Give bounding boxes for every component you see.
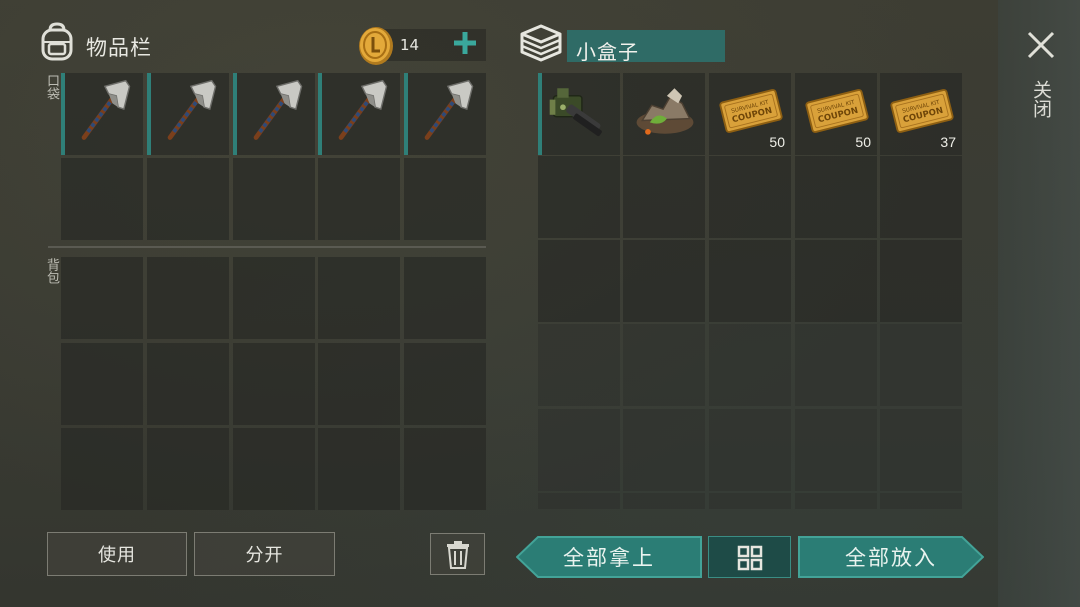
empty-slot[interactable] <box>404 158 486 240</box>
item-slot-survival-kit-coupon[interactable]: SURVIVAL KIT COUPON 50 <box>795 73 877 155</box>
empty-slot[interactable] <box>880 324 962 406</box>
empty-slot[interactable] <box>623 156 705 238</box>
empty-slot[interactable] <box>233 158 315 240</box>
empty-slot[interactable] <box>795 156 877 238</box>
empty-slot[interactable] <box>61 343 143 425</box>
empty-slot[interactable] <box>709 156 791 238</box>
item-slot-stone-pile[interactable] <box>623 73 705 155</box>
empty-slot[interactable] <box>623 240 705 322</box>
split-button[interactable]: 分开 <box>194 532 335 576</box>
empty-slot[interactable] <box>61 257 143 339</box>
empty-slot[interactable] <box>538 324 620 406</box>
container-title: 小盒子 <box>576 40 639 64</box>
empty-slot[interactable] <box>709 409 791 491</box>
item-slot-minigun[interactable] <box>538 73 620 155</box>
coin-icon <box>359 27 393 65</box>
empty-slot[interactable] <box>623 409 705 491</box>
empty-slot[interactable] <box>795 240 877 322</box>
item-slot-pickaxe[interactable] <box>233 73 315 155</box>
inventory-title: 物品栏 <box>86 36 152 60</box>
item-quantity: 37 <box>940 134 956 150</box>
empty-slot[interactable] <box>538 409 620 491</box>
item-slot-pickaxe[interactable] <box>318 73 400 155</box>
trash-button[interactable] <box>430 533 485 575</box>
empty-slot[interactable] <box>233 343 315 425</box>
backpack-label: 背包 <box>44 258 59 284</box>
empty-slot[interactable] <box>623 324 705 406</box>
item-quantity: 50 <box>769 134 785 150</box>
empty-slot[interactable] <box>318 158 400 240</box>
take-all-button[interactable]: 全部拿上 <box>516 536 702 578</box>
empty-slot[interactable] <box>318 257 400 339</box>
empty-slot[interactable] <box>147 158 229 240</box>
empty-slot[interactable] <box>404 428 486 510</box>
section-divider <box>48 246 486 248</box>
equipped-marker <box>233 73 237 155</box>
empty-slot[interactable] <box>880 409 962 491</box>
close-button-label[interactable]: 关闭 <box>1030 80 1052 118</box>
pickaxe-icon <box>81 79 131 140</box>
empty-slot[interactable] <box>538 493 620 509</box>
empty-slot[interactable] <box>147 428 229 510</box>
empty-slot[interactable] <box>233 257 315 339</box>
empty-slot[interactable] <box>147 343 229 425</box>
empty-slot[interactable] <box>538 156 620 238</box>
empty-slot[interactable] <box>318 428 400 510</box>
empty-slot[interactable] <box>795 324 877 406</box>
empty-slot[interactable] <box>318 343 400 425</box>
use-button[interactable]: 使用 <box>47 532 187 576</box>
pickaxe-icon <box>338 79 388 140</box>
equipped-marker <box>147 73 151 155</box>
add-coins-button[interactable] <box>450 28 480 58</box>
empty-slot[interactable] <box>795 493 877 509</box>
equipped-marker <box>404 73 408 155</box>
equipped-marker <box>61 73 65 155</box>
pickaxe-icon <box>424 79 474 140</box>
empty-slot[interactable] <box>880 156 962 238</box>
empty-slot[interactable] <box>61 428 143 510</box>
minigun-icon <box>549 88 602 137</box>
box-icon <box>520 24 562 62</box>
coin-count: 14 <box>400 36 420 54</box>
item-quantity: 50 <box>855 134 871 150</box>
equipped-marker <box>318 73 322 155</box>
empty-slot[interactable] <box>147 257 229 339</box>
empty-slot[interactable] <box>61 158 143 240</box>
empty-slot[interactable] <box>880 240 962 322</box>
take-all-label: 全部拿上 <box>563 546 655 570</box>
backpack-icon <box>41 22 73 61</box>
item-slot-pickaxe[interactable] <box>61 73 143 155</box>
put-all-label: 全部放入 <box>845 546 937 570</box>
pickaxe-icon <box>253 79 303 140</box>
empty-slot[interactable] <box>709 493 791 509</box>
item-slot-pickaxe[interactable] <box>404 73 486 155</box>
item-slot-survival-kit-coupon[interactable]: SURVIVAL KIT COUPON 50 <box>709 73 791 155</box>
empty-slot[interactable] <box>880 493 962 509</box>
empty-slot[interactable] <box>233 428 315 510</box>
item-slot-survival-kit-coupon[interactable]: SURVIVAL KIT COUPON 37 <box>880 73 962 155</box>
close-icon[interactable] <box>1026 30 1056 60</box>
empty-slot[interactable] <box>404 257 486 339</box>
grid-icon <box>737 545 763 571</box>
empty-slot[interactable] <box>623 493 705 509</box>
empty-slot[interactable] <box>538 240 620 322</box>
empty-slot[interactable] <box>795 409 877 491</box>
trash-icon <box>447 541 469 569</box>
pickaxe-icon <box>167 79 217 140</box>
empty-slot[interactable] <box>709 324 791 406</box>
stone-pile-icon <box>636 88 694 135</box>
item-slot-pickaxe[interactable] <box>147 73 229 155</box>
empty-slot[interactable] <box>709 240 791 322</box>
pocket-label: 口袋 <box>44 74 59 100</box>
put-all-button[interactable]: 全部放入 <box>798 536 984 578</box>
equipped-marker <box>538 73 542 155</box>
empty-slot[interactable] <box>404 343 486 425</box>
sort-grid-button[interactable] <box>708 536 791 578</box>
